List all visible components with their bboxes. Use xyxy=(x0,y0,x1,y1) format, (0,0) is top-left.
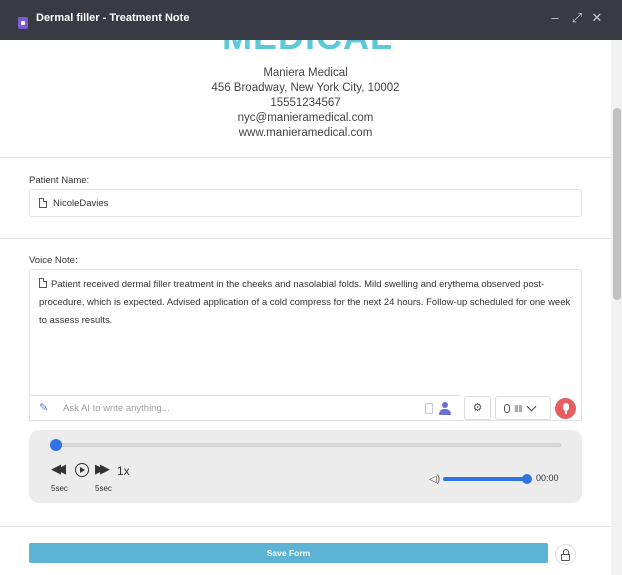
magic-wand-icon: ✎ xyxy=(39,402,49,414)
progress-thumb[interactable] xyxy=(50,439,62,451)
volume-thumb[interactable] xyxy=(522,474,532,484)
scrollbar-thumb[interactable] xyxy=(613,108,621,300)
patient-name-value: NicoleDavies xyxy=(53,197,109,209)
fast-forward-icon[interactable]: ▶▶ xyxy=(95,461,110,477)
chevron-down-icon xyxy=(526,401,537,411)
maximize-icon[interactable]: ⤢ xyxy=(570,11,584,25)
volume-slider[interactable] xyxy=(443,477,527,481)
divider xyxy=(0,157,611,158)
patient-name-label: Patient Name: xyxy=(29,175,90,186)
title-bar: Dermal filler - Treatment Note xyxy=(0,0,622,40)
forward-label: 5sec xyxy=(95,484,112,493)
close-icon[interactable]: ✕ xyxy=(590,11,604,25)
patient-name-field[interactable]: NicoleDavies xyxy=(29,189,582,217)
record-button[interactable] xyxy=(555,398,576,419)
voice-note-text: Patient received dermal filler treatment… xyxy=(39,279,571,326)
volume-icon[interactable]: ◁) xyxy=(429,474,440,485)
document-icon xyxy=(39,278,47,288)
voice-note-label: Voice Note: xyxy=(29,255,78,266)
clipboard-icon[interactable] xyxy=(425,403,433,414)
save-form-button[interactable]: Save Form xyxy=(29,543,548,563)
form-content: MEDICAL Maniera Medical 456 Broadway, Ne… xyxy=(0,40,611,575)
ai-prompt-input[interactable] xyxy=(63,402,403,414)
audio-level-icon: ▮▮ xyxy=(514,402,523,413)
clinic-email: nyc@manieramedical.com xyxy=(237,112,374,124)
playback-time: 00:00 xyxy=(536,473,559,483)
microphone-select[interactable]: ▮▮ xyxy=(495,396,551,420)
progress-track[interactable] xyxy=(56,443,561,447)
clinic-address: 456 Broadway, New York City, 10002 xyxy=(211,82,400,94)
clinic-website: www.manieramedical.com xyxy=(238,127,373,139)
clinic-logo: MEDICAL xyxy=(220,40,395,52)
clinic-phone: 15551234567 xyxy=(270,97,341,109)
play-icon[interactable] xyxy=(75,463,89,477)
divider xyxy=(0,526,611,527)
document-icon xyxy=(39,198,47,208)
ai-prompt-bar: ✎ xyxy=(29,395,460,421)
microphone-icon xyxy=(504,403,510,413)
rewind-label: 5sec xyxy=(51,484,68,493)
user-icon[interactable] xyxy=(439,402,451,415)
clinic-name: Maniera Medical xyxy=(263,67,348,79)
window-title: Dermal filler - Treatment Note xyxy=(36,12,190,24)
audio-player: ◀◀ ▶▶ 1x 5sec 5sec ◁) 00:00 xyxy=(29,430,582,503)
app-icon xyxy=(18,17,28,29)
lock-button[interactable] xyxy=(555,544,576,565)
playback-speed[interactable]: 1x xyxy=(117,464,130,478)
logo-text: MEDICAL xyxy=(222,40,393,52)
divider xyxy=(0,238,611,239)
rewind-icon[interactable]: ◀◀ xyxy=(51,461,66,477)
minimize-icon[interactable]: – xyxy=(548,11,562,25)
gear-icon: ⚙ xyxy=(472,402,483,414)
settings-button[interactable]: ⚙ xyxy=(464,396,491,420)
scrollbar[interactable] xyxy=(611,40,622,575)
